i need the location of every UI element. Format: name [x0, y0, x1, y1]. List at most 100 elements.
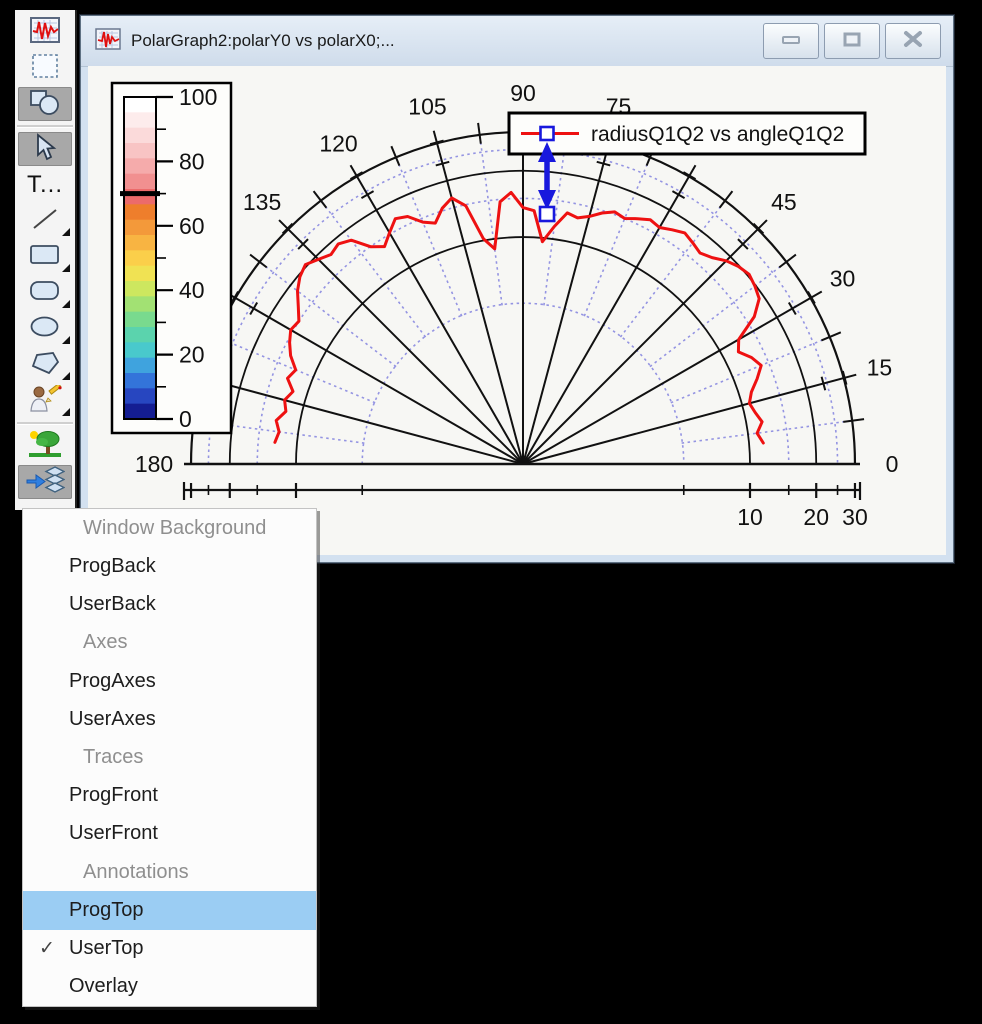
- trace-point-handle[interactable]: [540, 207, 554, 221]
- menu-item-progtop[interactable]: ProgTop: [23, 891, 316, 929]
- window-title: PolarGraph2:polarY0 vs polarX0;...: [131, 31, 395, 51]
- angle-label: 135: [243, 189, 281, 215]
- marquee-tool[interactable]: [18, 51, 72, 85]
- graph-tool-icon: [29, 16, 61, 49]
- arrow-tool-icon: [32, 133, 58, 166]
- maximize-icon: [842, 31, 862, 52]
- menu-item-label: Axes: [83, 631, 127, 654]
- colorbar-tick-label: 100: [179, 84, 217, 110]
- rectangle-tool[interactable]: [18, 240, 72, 274]
- graph-window: PolarGraph2:polarY0 vs polarX0;... 10 20 3…: [80, 15, 954, 563]
- legend[interactable]: radiusQ1Q2 vs angleQ1Q2: [509, 113, 865, 154]
- line-tool-icon: [30, 206, 60, 237]
- picture-tool[interactable]: [18, 429, 72, 463]
- text-tool-label: T...: [27, 171, 63, 199]
- window-titlebar[interactable]: PolarGraph2:polarY0 vs polarX0;...: [81, 16, 953, 67]
- rounded-rectangle-tool-icon: [29, 279, 61, 308]
- polygon-tool-icon: [29, 350, 61, 381]
- angle-label: 45: [771, 189, 797, 215]
- rectangle-tool-icon: [29, 243, 61, 272]
- minimize-icon: [781, 32, 801, 51]
- menu-item-label: Overlay: [69, 975, 138, 998]
- toolbar-separator: [17, 125, 73, 128]
- picture-tool-icon: [27, 429, 63, 464]
- menu-item-label: Window Background: [83, 517, 266, 540]
- shapes-tool[interactable]: [18, 87, 72, 121]
- flyout-corner-icon: [62, 372, 70, 380]
- angle-label: 180: [135, 451, 173, 477]
- menu-item-label: UserBack: [69, 593, 156, 616]
- marquee-tool-icon: [30, 52, 60, 85]
- menu-item-label: Annotations: [83, 861, 189, 884]
- menu-item-label: UserFront: [69, 822, 158, 845]
- menu-item-label: ProgAxes: [69, 670, 156, 693]
- flyout-corner-icon: [62, 336, 70, 344]
- arrow-tool[interactable]: [18, 132, 72, 166]
- ellipse-tool[interactable]: [18, 312, 72, 346]
- graph-window-icon: [95, 28, 121, 55]
- freehand-tool[interactable]: [18, 384, 72, 418]
- polar-chart: 1020300153045607590105120135150165180020…: [88, 66, 946, 555]
- graph-content: 1020300153045607590105120135150165180020…: [88, 66, 946, 555]
- colorbar-tick-label: 80: [179, 148, 205, 174]
- flyout-corner-icon: [62, 228, 70, 236]
- rounded-rectangle-tool[interactable]: [18, 276, 72, 310]
- polygon-tool[interactable]: [18, 348, 72, 382]
- menu-item-progfront[interactable]: ProgFront: [23, 777, 316, 815]
- checkmark-icon: ✓: [39, 937, 55, 960]
- menu-item-traces: Traces: [23, 738, 316, 776]
- colorbar-tick-label: 20: [179, 342, 205, 368]
- trace-radiusQ1Q2[interactable]: [275, 192, 763, 443]
- angle-label: 30: [830, 266, 856, 292]
- menu-item-label: ProgFront: [69, 784, 158, 807]
- menu-item-label: ProgTop: [69, 899, 144, 922]
- drawing-toolbar: T...: [15, 10, 77, 510]
- flyout-corner-icon: [62, 300, 70, 308]
- line-tool[interactable]: [18, 204, 72, 238]
- menu-item-label: UserTop: [69, 937, 143, 960]
- colorbar-tick-label: 0: [179, 406, 192, 432]
- angle-label: 90: [510, 80, 536, 106]
- menu-item-overlay[interactable]: Overlay: [23, 968, 316, 1006]
- toolbar-separator: [17, 422, 73, 425]
- angle-label: 15: [867, 354, 893, 380]
- menu-item-label: Traces: [83, 746, 143, 769]
- flyout-corner-icon: [62, 408, 70, 416]
- angle-label: 105: [408, 94, 446, 120]
- menu-item-label: UserAxes: [69, 708, 156, 731]
- radial-axis-label: 20: [803, 504, 829, 530]
- layer-popup-menu: Window Background ProgBack UserBack Axes Pro…: [22, 508, 317, 1007]
- shapes-tool-icon: [28, 88, 62, 121]
- radial-axis-label: 30: [842, 504, 868, 530]
- menu-item-usertop[interactable]: ✓ UserTop: [23, 930, 316, 968]
- window-controls: [763, 23, 941, 59]
- close-icon: [903, 30, 923, 53]
- graph-tool[interactable]: [18, 15, 72, 49]
- angle-label: 0: [886, 451, 899, 477]
- radial-axis-label: 10: [737, 504, 763, 530]
- ellipse-tool-icon: [29, 315, 61, 344]
- menu-item-progback[interactable]: ProgBack: [23, 547, 316, 585]
- menu-item-userfront[interactable]: UserFront: [23, 815, 316, 853]
- legend-marker-handle[interactable]: [541, 127, 554, 140]
- legend-text: radiusQ1Q2 vs angleQ1Q2: [591, 123, 844, 146]
- colorbar-tick-label: 60: [179, 213, 205, 239]
- layers-tool-icon: [25, 465, 65, 500]
- maximize-button[interactable]: [824, 23, 880, 59]
- freehand-tool-icon: [27, 385, 63, 418]
- menu-item-useraxes[interactable]: UserAxes: [23, 700, 316, 738]
- annotation-arrow[interactable]: [538, 127, 556, 221]
- menu-item-window-background: Window Background: [23, 509, 316, 547]
- layers-tool[interactable]: [18, 465, 72, 499]
- menu-item-label: ProgBack: [69, 555, 156, 578]
- menu-item-annotations: Annotations: [23, 853, 316, 891]
- menu-item-axes: Axes: [23, 624, 316, 662]
- menu-item-progaxes[interactable]: ProgAxes: [23, 662, 316, 700]
- colorbar-tick-label: 40: [179, 277, 205, 303]
- menu-item-userback[interactable]: UserBack: [23, 585, 316, 623]
- color-scale[interactable]: 0 20 40 60 80 100: [112, 83, 231, 433]
- close-button[interactable]: [885, 23, 941, 59]
- text-tool[interactable]: T...: [18, 168, 72, 202]
- flyout-corner-icon: [62, 264, 70, 272]
- minimize-button[interactable]: [763, 23, 819, 59]
